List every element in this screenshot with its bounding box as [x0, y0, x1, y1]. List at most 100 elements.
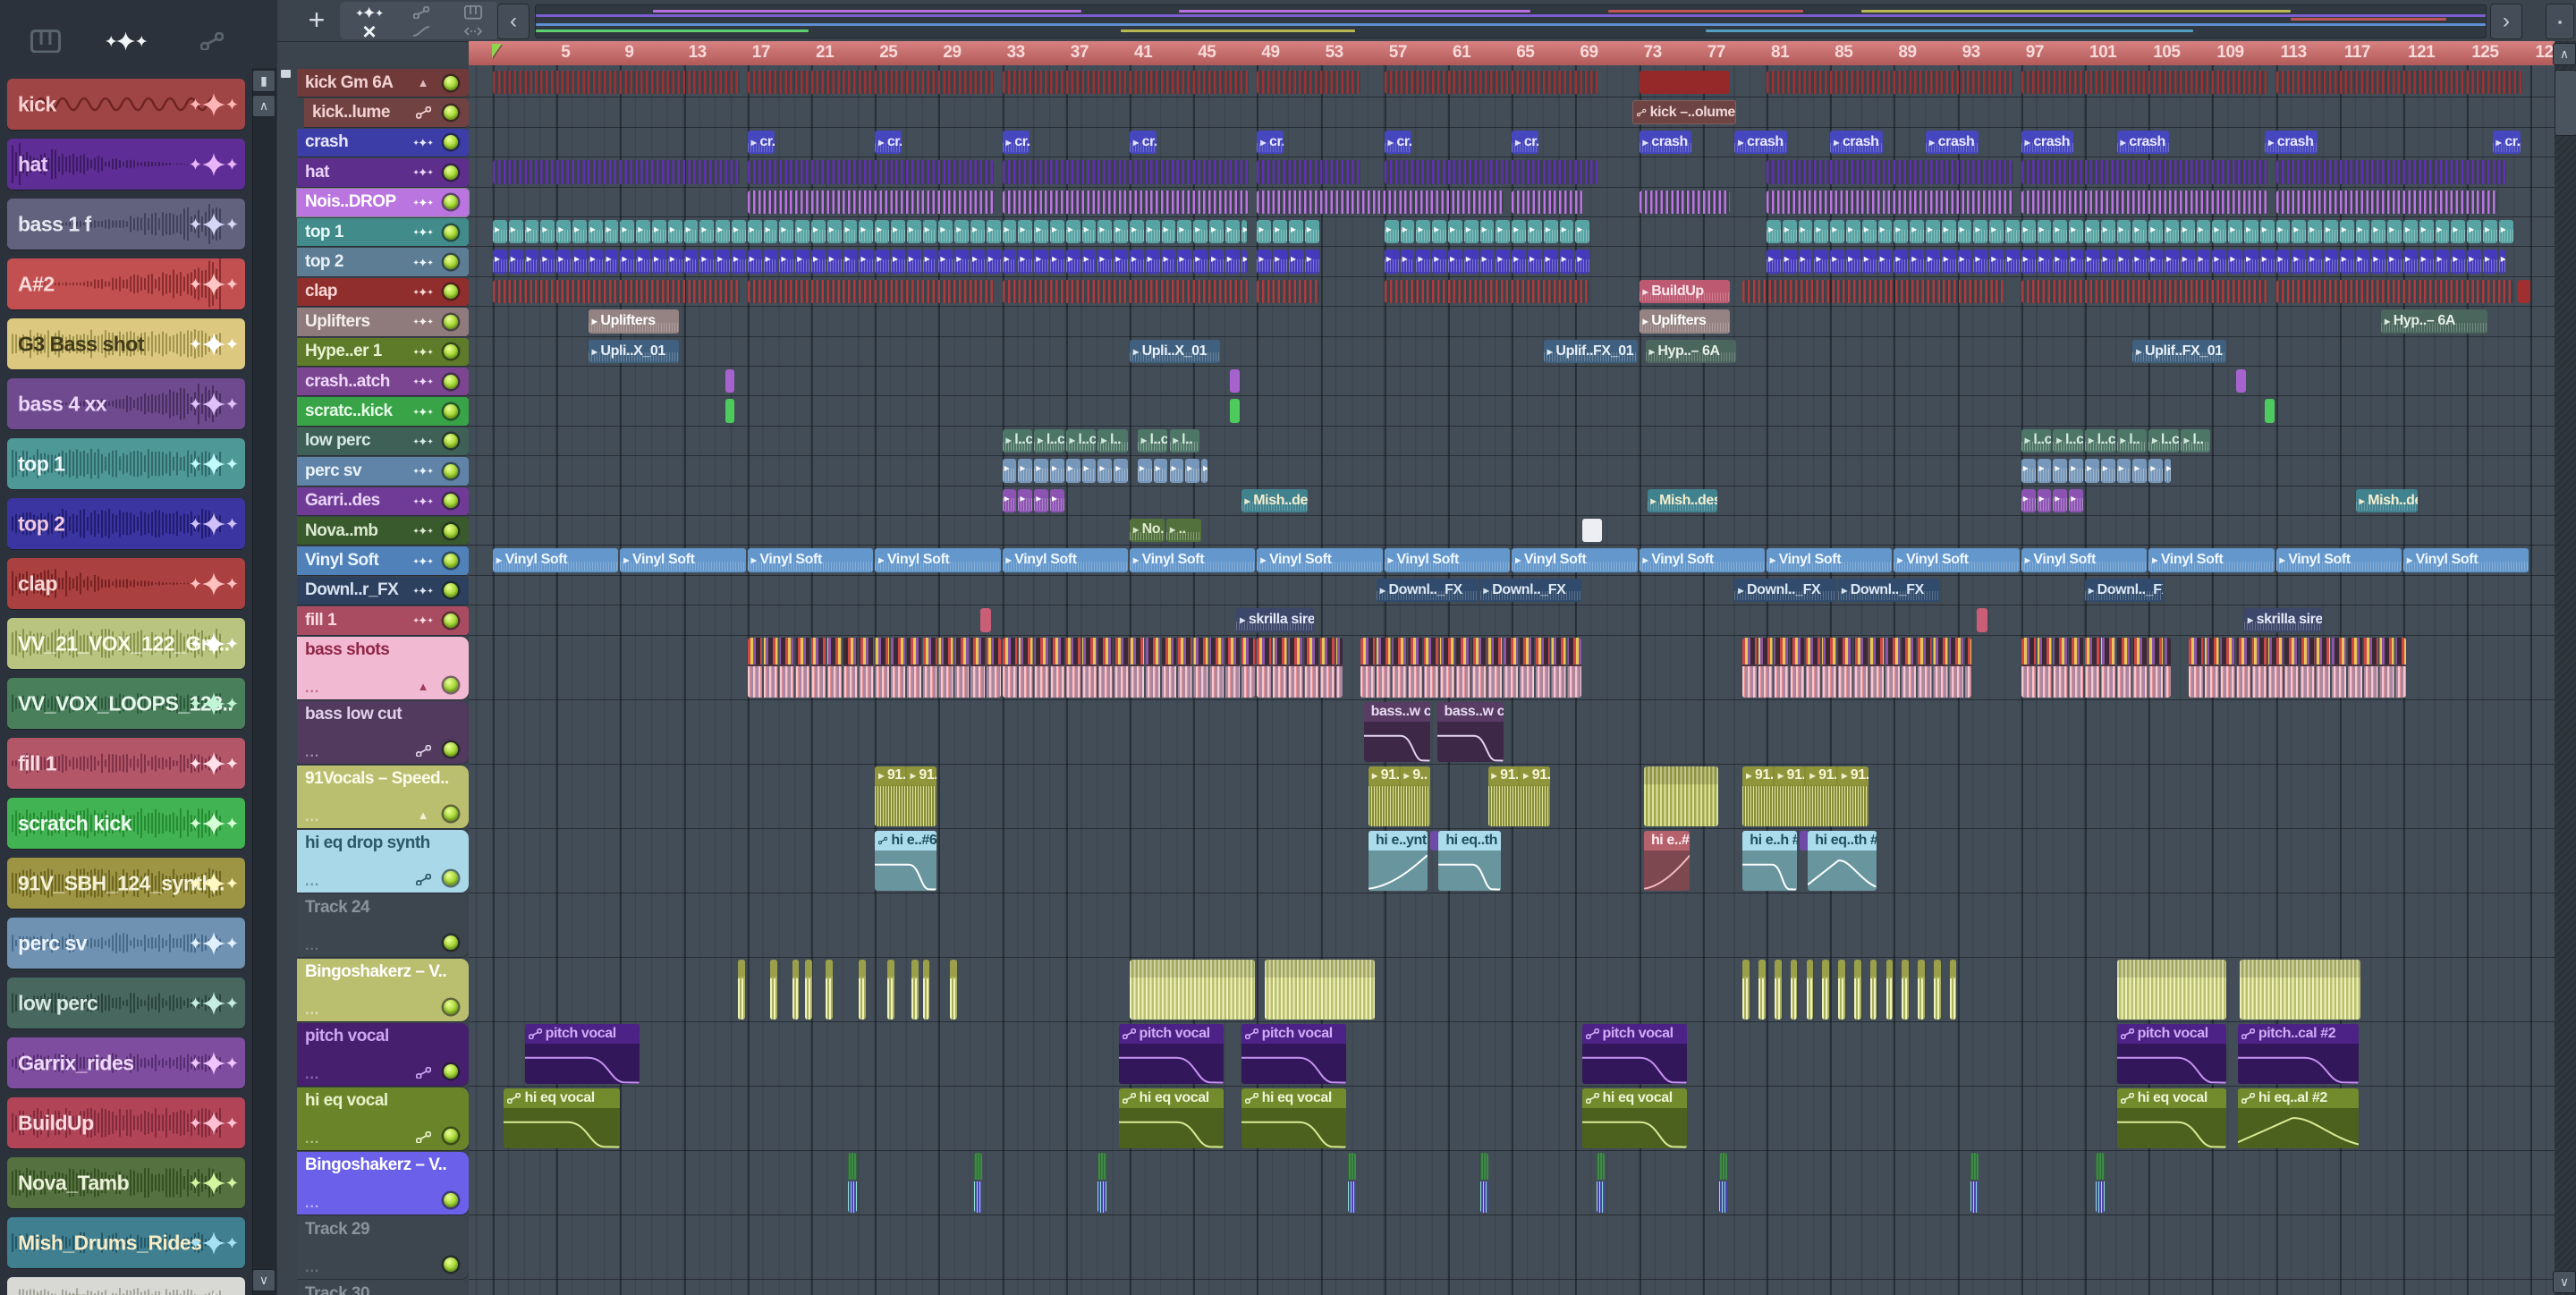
mute-led[interactable]	[444, 523, 458, 538]
picker-scroll-up-button[interactable]: ∧	[252, 95, 275, 117]
chip-clip-top-1[interactable]: ▸	[986, 220, 1001, 244]
mute-led[interactable]	[444, 314, 458, 329]
chip-clip-top-1[interactable]: ▸	[2292, 220, 2307, 244]
chip-clip-top-1[interactable]: ▸	[2196, 220, 2211, 244]
automation-clip-hi-eq-th-#4[interactable]: hi eq..th #4	[1808, 830, 1877, 891]
chip-clip-top-2[interactable]: ▸	[1989, 250, 2004, 274]
chip-clip-top-1[interactable]: ▸	[2085, 220, 2099, 244]
automation-clip-bass-w-cut[interactable]: bass..w cut	[1436, 701, 1504, 762]
mute-led[interactable]	[444, 870, 458, 885]
track-options-dots[interactable]: ...	[305, 1196, 319, 1212]
audio-clip-crash[interactable]: ▸ crash	[1639, 130, 1692, 155]
picker-scroll-grip-button[interactable]: ▮	[252, 70, 275, 92]
chip-clip-top-1[interactable]: ▸	[2403, 220, 2418, 244]
pattern-clip-hat[interactable]	[2021, 160, 2268, 184]
chip-clip-top-1[interactable]: ▸	[1081, 220, 1097, 244]
chip-clip-top-2[interactable]: ▸	[572, 250, 587, 274]
audio-clip-crash[interactable]: ▸ crash	[2265, 130, 2318, 155]
audio-clip-downl-fx[interactable]: ▸Downl.._FX	[1734, 578, 1837, 603]
track-header-track-30[interactable]: Track 30...	[297, 1280, 469, 1295]
automation-clip-pitch-vocal[interactable]: pitch vocal	[1118, 1023, 1224, 1084]
chip-clip-top-2[interactable]: ▸	[779, 250, 794, 274]
track-header-top-1[interactable]: top 1	[297, 218, 469, 247]
chip-clip-top-2[interactable]: ▸	[1432, 250, 1446, 274]
mute-led[interactable]	[444, 135, 458, 150]
striped-clip[interactable]	[1130, 959, 1256, 1020]
chip-clip-top-1[interactable]: ▸	[732, 220, 746, 244]
chip-clip-top-2[interactable]: ▸	[1400, 250, 1415, 274]
cell-clip--[interactable]: ▸..	[1165, 519, 1201, 543]
track-options-dots[interactable]: ...	[305, 1067, 319, 1083]
chip-clip-top-1[interactable]: ▸	[1463, 220, 1479, 244]
track-header-hi-eq-drop-synth[interactable]: hi eq drop synth...	[297, 829, 469, 893]
chip-clip-top-2[interactable]: ▸	[1114, 250, 1128, 274]
chip-clip-top-1[interactable]: ▸	[811, 220, 826, 244]
chip-clip-top-2[interactable]: ▸	[1973, 250, 1988, 274]
picker-item-mish-drums-rides[interactable]: Mish_Drums_Rides	[7, 1217, 245, 1268]
track-header-track-29[interactable]: Track 29...	[297, 1215, 469, 1279]
chip-clip-top-1[interactable]: ▸	[779, 220, 794, 244]
vocal-group-clip-91[interactable]: ▸91.. ▸91..	[875, 766, 937, 826]
pattern-clip-hat[interactable]	[747, 160, 995, 184]
mute-led[interactable]	[444, 741, 458, 757]
pattern-clip-nois-drop[interactable]	[1639, 190, 1730, 214]
chip-clip-top-2[interactable]: ▸	[970, 250, 985, 274]
pattern-clip-nois-drop[interactable]	[1257, 190, 1504, 214]
bingo-chip-clip[interactable]	[1885, 959, 1894, 1020]
cell-clip-l-[interactable]: ▸ l..	[2116, 428, 2148, 453]
track-header-vinyl-soft[interactable]: Vinyl Soft	[297, 546, 469, 575]
track-header-91vocals-speed-[interactable]: 91Vocals – Speed..... ▲	[297, 765, 469, 828]
audio-clip-vinyl-soft[interactable]: ▸ Vinyl Soft	[1130, 548, 1256, 572]
track-header-uplifters[interactable]: Uplifters	[297, 308, 469, 336]
track-lane[interactable]	[469, 1280, 2555, 1295]
automation-clip-hi-e-ynth[interactable]: hi e..ynth	[1368, 830, 1428, 891]
bingo-chip-clip[interactable]	[887, 959, 895, 1020]
chip-clip-top-2[interactable]: ▸	[1145, 250, 1160, 274]
automation-clip-pitch-cal-#2[interactable]: pitch..cal #2	[2237, 1023, 2359, 1084]
chip-clip-top-2[interactable]: ▸	[716, 250, 730, 274]
audio-clip-vinyl-soft[interactable]: ▸ Vinyl Soft	[747, 548, 874, 572]
chip-clip-perc-sv[interactable]: ▸	[2069, 459, 2083, 483]
bingo2-chip-clip[interactable]	[2096, 1152, 2106, 1213]
pattern-clip-solid-clap[interactable]	[2518, 279, 2531, 304]
cell-clip-l-c[interactable]: ▸ l..c	[1034, 428, 1064, 453]
chip-clip-top-2[interactable]: ▸	[1273, 250, 1287, 274]
chip-clip-perc-sv[interactable]: ▸	[1137, 459, 1152, 483]
chip-clip-top-1[interactable]: ▸	[2132, 220, 2148, 244]
playlist-scroll-up-button[interactable]: ∧	[2553, 43, 2576, 65]
track-options-dots[interactable]: ...	[305, 938, 319, 954]
chip-clip-top-1[interactable]: ▸	[2100, 220, 2115, 244]
chip-clip-top-1[interactable]: ▸	[1241, 220, 1248, 244]
collapse-triangle-icon[interactable]: ▲	[413, 74, 433, 92]
picker-item-bass-4-xx[interactable]: bass 4 xx	[7, 378, 245, 429]
chip-clip-top-1[interactable]: ▸	[1114, 220, 1128, 244]
chip-clip-top-2[interactable]: ▸	[1304, 250, 1319, 274]
chip-clip-garri-des[interactable]: ▸	[1002, 488, 1017, 512]
track-lane[interactable]	[469, 605, 2555, 636]
mute-led[interactable]	[444, 1063, 458, 1079]
track-header-hat[interactable]: hat	[297, 158, 469, 187]
picker-item-edm-fill[interactable]: edm fill	[7, 1277, 245, 1295]
picker-item-garrix-rides[interactable]: Garrix_rides	[7, 1037, 245, 1088]
pattern-clip-nois-drop[interactable]	[1512, 190, 1584, 214]
audio-clip-vinyl-soft[interactable]: ▸ Vinyl Soft	[493, 548, 619, 572]
pattern-clip-clap[interactable]	[1257, 279, 1319, 304]
cell-clip-l-c[interactable]: ▸ l..c	[2085, 428, 2115, 453]
chip-clip-top-2[interactable]: ▸	[2069, 250, 2083, 274]
audio-clip-mish-des[interactable]: ▸Mish..des	[2355, 488, 2418, 512]
bingo-chip-clip[interactable]	[1918, 959, 1925, 1020]
chip-clip-perc-sv[interactable]: ▸	[1201, 459, 1208, 483]
bingo-chip-clip[interactable]	[826, 959, 833, 1020]
bingo2-chip-clip[interactable]	[1718, 1152, 1728, 1213]
automation-clip-pitch-vocal[interactable]: pitch vocal	[1241, 1023, 1346, 1084]
pattern-clip-nois-drop[interactable]	[1002, 190, 1250, 214]
chip-clip-perc-sv[interactable]: ▸	[2165, 459, 2171, 483]
pattern-clip-clap[interactable]	[1002, 279, 1250, 304]
audio-clip-vinyl-soft[interactable]: ▸ Vinyl Soft	[2021, 548, 2148, 572]
bingo-chip-clip[interactable]	[1758, 959, 1766, 1020]
track-lane[interactable]	[469, 1151, 2555, 1215]
bingo-chip-clip[interactable]	[1949, 959, 1957, 1020]
audio-clip-vinyl-soft[interactable]: ▸ Vinyl Soft	[1002, 548, 1128, 572]
chip-clip-top-1[interactable]: ▸	[604, 220, 619, 244]
chip-clip-top-2[interactable]: ▸	[763, 250, 778, 274]
